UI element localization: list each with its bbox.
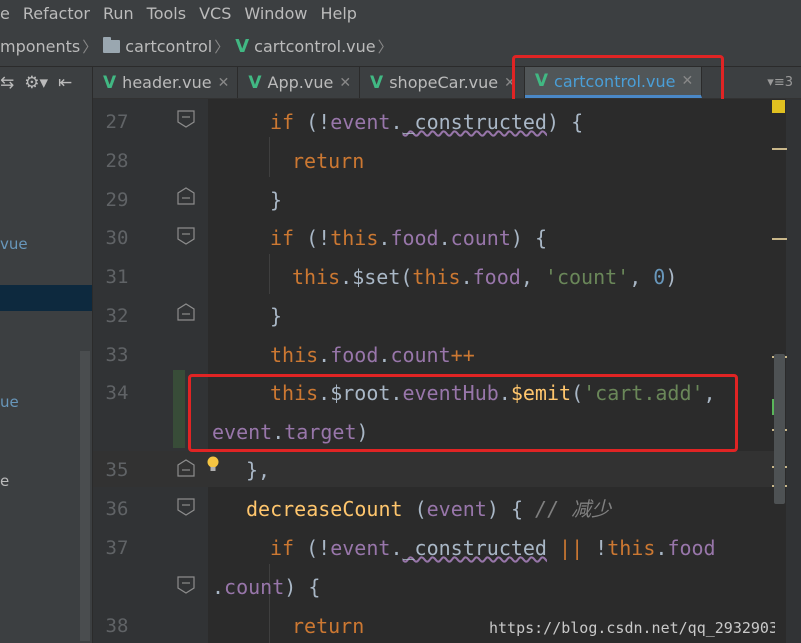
tab-shopecar-vue[interactable]: V shopeCar.vue ✕	[360, 67, 525, 98]
code-editor[interactable]: 27 if (!event._constructed) { 28 return …	[93, 99, 801, 643]
tab-overflow-count: 3	[784, 75, 793, 90]
code-line-wrapped[interactable]: .count) {	[93, 568, 801, 607]
code-text: this.$set(this.food, 'count', 0)	[292, 265, 678, 289]
menu-refactor[interactable]: Refactor	[23, 4, 90, 23]
code-line[interactable]: 36 decreaseCount (event) { // 减少	[93, 490, 801, 529]
code-text: this.$root.eventHub.$emit('cart.add',	[270, 381, 716, 405]
editor-tabs: V header.vue ✕ V App.vue ✕ V shopeCar.vu…	[93, 67, 801, 99]
code-line[interactable]: 35 },	[93, 451, 801, 490]
line-number: 34	[105, 382, 129, 404]
panel-scrollbar[interactable]	[80, 351, 90, 641]
code-text: }	[270, 304, 283, 328]
tab-label: header.vue	[122, 73, 212, 92]
breadcrumb-label: cartcontrol.vue	[254, 37, 376, 56]
menu-run[interactable]: Run	[103, 4, 134, 23]
vue-icon: V	[534, 71, 549, 91]
line-number: 27	[105, 111, 129, 133]
close-icon[interactable]: ✕	[339, 75, 351, 91]
tab-list-icon: ▾≡	[767, 75, 785, 90]
vue-icon: V	[235, 36, 250, 57]
code-line[interactable]: 28 return	[93, 142, 801, 181]
vue-icon: V	[248, 72, 262, 93]
line-number: 33	[105, 344, 129, 366]
tab-overflow-menu[interactable]: ▾≡ 3	[759, 67, 801, 98]
line-number: 29	[105, 189, 129, 211]
code-text: },	[246, 458, 271, 482]
collapse-icon[interactable]: ⇆	[0, 73, 14, 93]
line-number: 37	[105, 537, 129, 559]
close-icon[interactable]: ✕	[218, 75, 230, 91]
vue-icon: V	[103, 72, 117, 93]
vue-icon: V	[370, 72, 384, 93]
tab-label: cartcontrol.vue	[554, 71, 676, 91]
code-line[interactable]: 32 }	[93, 297, 801, 336]
line-number: 28	[105, 150, 129, 172]
close-icon[interactable]: ✕	[681, 73, 693, 89]
line-number: 32	[105, 305, 129, 327]
tree-item[interactable]: vue	[0, 235, 28, 253]
line-number: 35	[105, 459, 129, 481]
code-text: return	[292, 614, 365, 638]
code-text: this.food.count++	[270, 343, 475, 367]
panel-toolbar: ⇆ ⚙▾ ⇤	[0, 67, 93, 99]
menu-help[interactable]: Help	[320, 4, 356, 23]
code-line[interactable]: 37 if (!event._constructed || !this.food	[93, 529, 801, 568]
chevron-right-icon: 〉	[82, 38, 98, 56]
menu-edit[interactable]: e	[0, 4, 10, 23]
code-text: }	[270, 188, 283, 212]
code-text: .count) {	[212, 575, 321, 599]
tree-item-selected[interactable]	[0, 285, 92, 311]
gear-icon[interactable]: ⚙▾	[24, 73, 48, 93]
code-line[interactable]: 27 if (!event._constructed) {	[93, 103, 801, 142]
line-number: 31	[105, 266, 129, 288]
code-text: if (!event._constructed) {	[270, 110, 584, 134]
warning-indicator-icon[interactable]	[772, 100, 785, 113]
tab-header-vue[interactable]: V header.vue ✕	[93, 67, 239, 98]
chevron-right-icon: 〉	[377, 38, 393, 56]
tab-label: shopeCar.vue	[389, 73, 499, 92]
stripe-mark[interactable]	[772, 148, 787, 150]
tab-app-vue[interactable]: V App.vue ✕	[238, 67, 361, 98]
folder-icon	[103, 37, 121, 53]
menu-window[interactable]: Window	[244, 4, 307, 23]
line-number: 30	[105, 227, 129, 249]
project-panel: ⇆ ⚙▾ ⇤ vue ue e	[0, 67, 93, 643]
error-stripe[interactable]	[772, 99, 801, 643]
close-icon[interactable]: ✕	[504, 75, 516, 91]
stripe-mark[interactable]	[772, 238, 787, 240]
breadcrumb: mponents 〉 cartcontrol 〉 V cartcontrol.v…	[0, 27, 801, 67]
tree-item[interactable]: ue	[0, 393, 19, 411]
watermark: https://blog.csdn.net/qq_29329037	[488, 619, 787, 637]
tab-label: App.vue	[267, 73, 334, 92]
code-text: if (!this.food.count) {	[270, 226, 547, 250]
tab-cartcontrol-vue[interactable]: V cartcontrol.vue ✕	[524, 67, 703, 98]
breadcrumb-item-file[interactable]: V cartcontrol.vue	[235, 36, 375, 57]
breadcrumb-item-cartcontrol[interactable]: cartcontrol	[103, 37, 212, 56]
code-line[interactable]: 29 }	[93, 181, 801, 220]
scroll-thumb[interactable]	[774, 354, 785, 504]
code-text: event.target)	[212, 420, 369, 444]
tree-item[interactable]: e	[0, 472, 9, 490]
code-line[interactable]: 33 this.food.count++	[93, 336, 801, 375]
menu-vcs[interactable]: VCS	[199, 4, 231, 23]
menu-tools[interactable]: Tools	[147, 4, 186, 23]
breadcrumb-label: cartcontrol	[125, 37, 213, 56]
line-number: 36	[105, 498, 129, 520]
code-line[interactable]: 31 this.$set(this.food, 'count', 0)	[93, 258, 801, 297]
breadcrumb-item-components[interactable]: mponents	[0, 37, 80, 56]
hide-panel-icon[interactable]: ⇤	[58, 73, 72, 93]
code-line[interactable]: 34 this.$root.eventHub.$emit('cart.add',	[93, 374, 801, 413]
code-line[interactable]: 30 if (!this.food.count) {	[93, 219, 801, 258]
code-text: if (!event._constructed || !this.food	[270, 536, 716, 560]
code-line-wrapped[interactable]: event.target)	[93, 413, 801, 452]
code-text: return	[292, 149, 365, 173]
menu-bar: e Refactor Run Tools VCS Window Help	[0, 0, 801, 27]
line-number: 38	[105, 615, 129, 637]
chevron-right-icon: 〉	[214, 38, 230, 56]
breadcrumb-label: mponents	[0, 37, 81, 56]
code-text: decreaseCount (event) { // 减少	[246, 497, 612, 521]
